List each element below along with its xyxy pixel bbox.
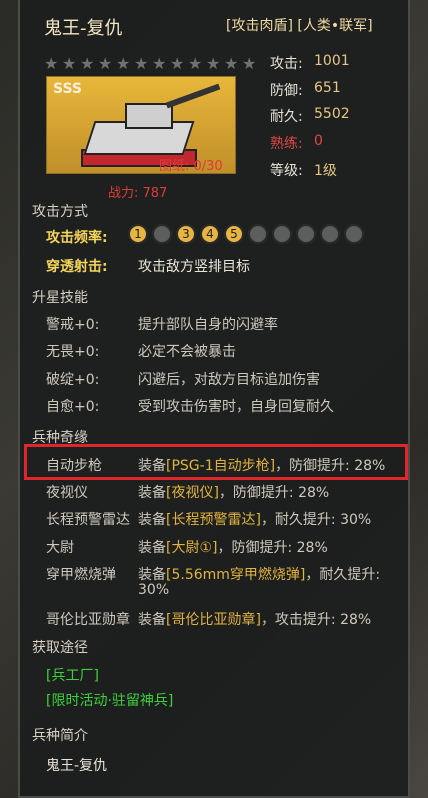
blueprint-count: 图纸: 0/30 [159, 159, 223, 174]
fate-name: 自动步枪 [46, 458, 102, 474]
fate-equip: [5.56mm穿甲燃烧弹] [166, 567, 306, 583]
fate-equip: [PSG-1自动步枪] [166, 458, 276, 474]
stat-attack-label: 攻击: [270, 56, 303, 72]
fate-name: 穿甲燃烧弹 [46, 567, 116, 583]
stat-proficiency-label: 熟练: [270, 136, 303, 152]
frequency-slot-icon: 3 [176, 224, 196, 244]
star-icon: ★ [242, 54, 257, 73]
fate-pre: 装备 [138, 540, 166, 556]
fate-pre: 装备 [138, 567, 166, 583]
star-icon: ★ [224, 54, 239, 73]
star-icon: ★ [170, 54, 185, 73]
fate-desc: 装备[大尉①]，防御提升: 28% [138, 537, 328, 557]
fate-pre: 装备 [138, 512, 166, 528]
fate-desc: 装备[5.56mm穿甲燃烧弹]，耐久提升: [138, 564, 380, 584]
frequency-slot-icon [248, 224, 268, 244]
fate-pre: 装备 [138, 612, 166, 628]
unit-tags: [攻击肉盾] [人类•联军] [226, 18, 373, 34]
frequency-slot-icon: 5 [224, 224, 244, 244]
stat-defense-label: 防御: [270, 83, 303, 99]
skills-section-title: 升星技能 [32, 290, 88, 306]
skill-name: 警戒+0: [46, 317, 100, 333]
stat-attack-value: 1001 [314, 53, 350, 69]
stat-durability-label: 耐久: [270, 109, 303, 125]
fate-name: 大尉 [46, 540, 74, 556]
stat-level-label: 等级: [270, 163, 303, 179]
fate-desc: 装备[哥伦比亚勋章]，攻击提升: 28% [138, 609, 371, 629]
fate-post: ，耐久提升: [305, 567, 381, 583]
pierce-shot-desc: 攻击敌方竖排目标 [138, 259, 250, 275]
stat-proficiency-value: 0 [314, 133, 323, 149]
tank-barrel-icon [165, 83, 221, 109]
skill-desc: 闪避后，对敌方目标追加伤害 [138, 372, 320, 388]
star-rating: ★ ★ ★ ★ ★ ★ ★ ★ ★ ★ ★ ★ [44, 56, 258, 72]
grade-badge: SSS [53, 81, 82, 97]
fate-name: 哥伦比亚勋章 [46, 612, 130, 628]
star-icon: ★ [134, 54, 149, 73]
skill-desc: 必定不会被暴击 [138, 344, 236, 360]
fate-post: ，防御提升: 28% [275, 458, 386, 474]
fate-pre: 装备 [138, 458, 166, 474]
fate-post: ，防御提升: 28% [218, 485, 330, 501]
skill-name: 破绽+0: [46, 372, 100, 388]
stat-level-value: 1级 [314, 163, 337, 179]
combat-power: 战力: 787 [108, 186, 168, 201]
unit-portrait: SSS 图纸: 0/30 [46, 76, 236, 174]
frequency-slot-icon [152, 224, 172, 244]
fate-equip: [长程预警雷达] [166, 512, 261, 528]
frequency-slot-icon: 1 [128, 224, 148, 244]
stat-durability-value: 5502 [314, 106, 350, 122]
skill-name: 无畏+0: [46, 344, 100, 360]
fate-post: ，耐久提升: 30% [260, 512, 372, 528]
intro-text: 鬼王-复仇 [46, 758, 108, 774]
fate-desc: 装备[夜视仪]，防御提升: 28% [138, 482, 329, 502]
skill-desc: 受到攻击伤害时，自身回复耐久 [138, 399, 334, 415]
fate-equip: [夜视仪] [166, 485, 219, 501]
pierce-shot-label: 穿透射击: [46, 259, 108, 275]
attack-frequency-label: 攻击频率: [46, 230, 108, 246]
star-icon: ★ [206, 54, 221, 73]
fate-name: 夜视仪 [46, 485, 88, 501]
star-icon: ★ [62, 54, 77, 73]
frequency-slot-icon [320, 224, 340, 244]
fate-desc: 装备[PSG-1自动步枪]，防御提升: 28% [138, 455, 385, 475]
fate-name: 长程预警雷达 [46, 512, 130, 528]
tank-turret-icon [125, 103, 173, 129]
frequency-slot-icon [296, 224, 316, 244]
star-icon: ★ [152, 54, 167, 73]
star-icon: ★ [80, 54, 95, 73]
stat-defense-value: 651 [314, 80, 341, 96]
source-link-event[interactable]: [限时活动·驻留神兵] [46, 690, 173, 710]
fate-post: ，防御提升: 28% [217, 540, 328, 556]
star-icon: ★ [98, 54, 113, 73]
fate-desc: 装备[长程预警雷达]，耐久提升: 30% [138, 509, 371, 529]
skill-name: 自愈+0: [46, 399, 100, 415]
source-link-arsenal[interactable]: [兵工厂] [46, 665, 99, 685]
star-icon: ★ [188, 54, 203, 73]
source-section-title: 获取途径 [32, 640, 88, 656]
fate-post-continued: 30% [138, 582, 170, 598]
frequency-slot-icon [344, 224, 364, 244]
attack-section-title: 攻击方式 [32, 204, 88, 220]
frequency-slot-icon: 4 [200, 224, 220, 244]
fate-post: ，攻击提升: 28% [260, 612, 372, 628]
star-icon: ★ [116, 54, 131, 73]
unit-name: 鬼王-复仇 [44, 18, 123, 39]
intro-section-title: 兵种简介 [32, 728, 88, 744]
skill-desc: 提升部队自身的闪避率 [138, 317, 278, 333]
star-icon: ★ [44, 54, 59, 73]
fate-pre: 装备 [138, 485, 166, 501]
fate-equip: [哥伦比亚勋章] [166, 612, 261, 628]
fate-equip: [大尉①] [166, 540, 218, 556]
frequency-slot-icon [272, 224, 292, 244]
